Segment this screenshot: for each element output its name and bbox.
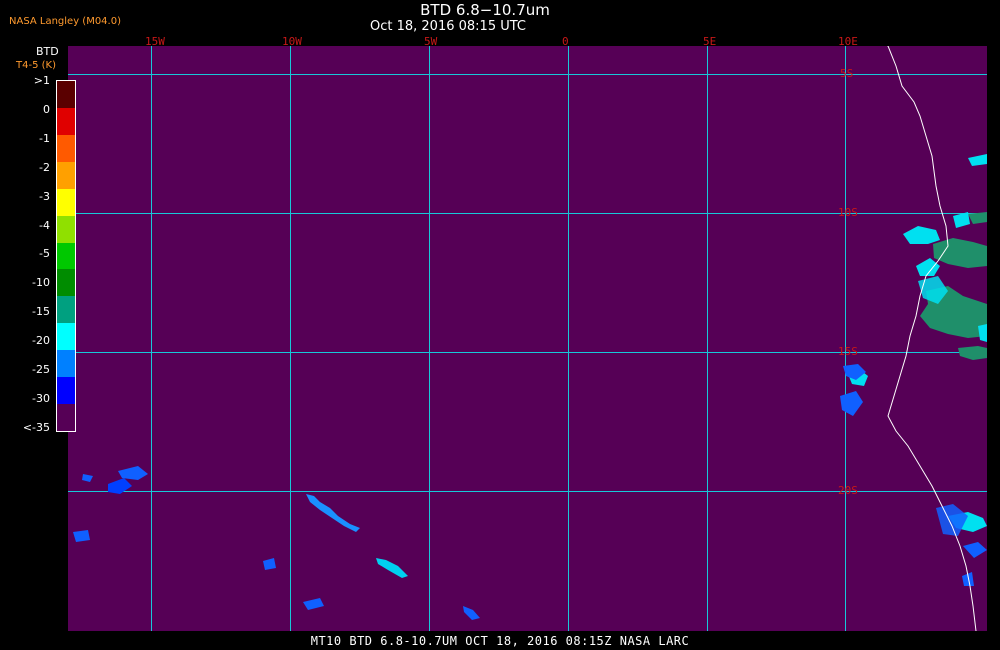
map-panel bbox=[68, 46, 987, 631]
legend-label: -4 bbox=[39, 218, 50, 232]
legend-swatch bbox=[57, 269, 75, 297]
lat-label-15s: 15S bbox=[838, 345, 858, 358]
legend-swatch bbox=[57, 107, 75, 135]
lat-label-5s: 5S bbox=[840, 67, 854, 80]
legend-swatch bbox=[57, 404, 75, 432]
legend-label: -5 bbox=[39, 247, 50, 261]
legend-label: -30 bbox=[32, 391, 50, 405]
legend-label: -20 bbox=[32, 334, 50, 348]
lon-label-0: 0 bbox=[562, 35, 569, 48]
legend-swatch bbox=[57, 134, 75, 162]
cloud-features bbox=[73, 46, 987, 631]
color-legend bbox=[56, 80, 76, 432]
legend-title: BTD bbox=[36, 45, 59, 58]
legend-label: >1 bbox=[33, 74, 50, 87]
legend-swatch bbox=[57, 350, 75, 378]
lon-label-5e: 5E bbox=[703, 35, 717, 48]
lon-label-10e: 10E bbox=[838, 35, 858, 48]
legend-units: T4-5 (K) bbox=[16, 60, 56, 71]
cloud-patch-cyan bbox=[844, 154, 987, 532]
legend-label: -2 bbox=[39, 160, 50, 174]
lon-label-10w: 10W bbox=[282, 35, 302, 48]
legend-swatch bbox=[57, 81, 75, 108]
legend-label: -3 bbox=[39, 189, 50, 203]
legend-label: -25 bbox=[32, 363, 50, 376]
legend-label: <-35 bbox=[22, 420, 50, 434]
footer-caption: MT10 BTD 6.8-10.7UM OCT 18, 2016 08:15Z … bbox=[310, 634, 690, 648]
producer-label: NASA Langley (M04.0) bbox=[9, 16, 121, 27]
lat-label-20s: 20S bbox=[838, 484, 858, 497]
legend-label: -15 bbox=[32, 305, 50, 319]
lon-label-15w: 15W bbox=[145, 35, 165, 48]
legend-swatch bbox=[57, 296, 75, 324]
map-timestamp: Oct 18, 2016 08:15 UTC bbox=[370, 19, 526, 34]
legend-label: -1 bbox=[39, 131, 50, 145]
legend-swatch bbox=[57, 215, 75, 243]
legend-swatch bbox=[57, 161, 75, 189]
legend-swatch bbox=[57, 242, 75, 270]
coastline bbox=[886, 46, 977, 631]
map-title: BTD 6.8−10.7um bbox=[420, 1, 550, 19]
legend-swatch bbox=[57, 323, 75, 351]
lon-label-5w: 5W bbox=[424, 35, 438, 48]
legend-label: -10 bbox=[32, 276, 50, 290]
legend-swatch bbox=[57, 377, 75, 405]
lat-label-10s: 10S bbox=[838, 206, 858, 219]
legend-label: 0 bbox=[43, 102, 50, 116]
legend-swatch bbox=[57, 188, 75, 216]
